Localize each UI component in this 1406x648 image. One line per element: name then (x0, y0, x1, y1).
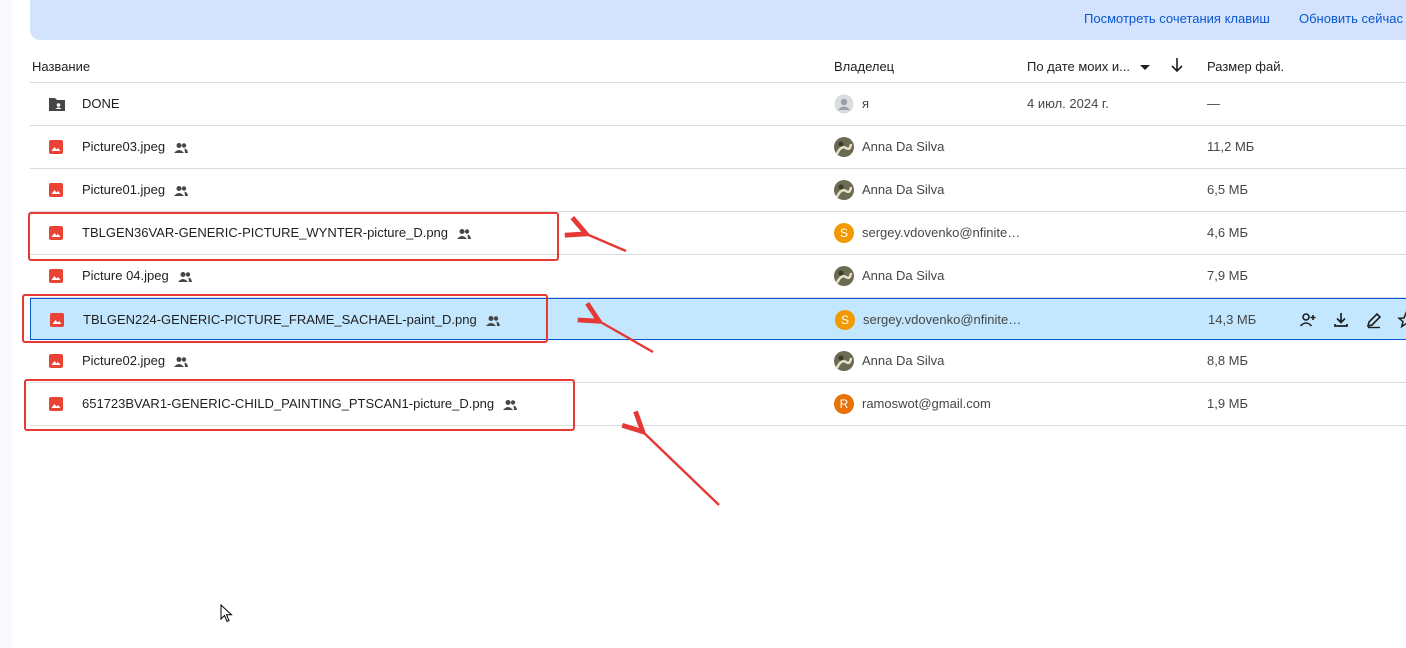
shared-folder-icon (48, 96, 65, 112)
modified-date: 4 июл. 2024 г. (1027, 96, 1109, 111)
owner-avatar: S (835, 310, 855, 330)
shared-people-icon (173, 142, 189, 157)
file-name-text: Picture01.jpeg (82, 182, 166, 197)
column-header-date[interactable]: По дате моих и... (1027, 59, 1151, 74)
file-name[interactable]: Picture03.jpeg (82, 139, 189, 157)
owner-photo-avatar (834, 266, 854, 286)
owner-photo-avatar (834, 180, 854, 200)
file-size: 6,5 МБ (1207, 182, 1249, 197)
file-name[interactable]: Picture01.jpeg (82, 182, 189, 200)
file-row[interactable]: Picture03.jpeg Anna Da Silva 11,2 МБ (30, 126, 1406, 169)
owner-name: я (862, 96, 870, 111)
column-header-owner[interactable]: Владелец (834, 59, 894, 74)
file-size: 1,9 МБ (1207, 396, 1249, 411)
file-name-text: Picture 04.jpeg (82, 268, 169, 283)
file-row[interactable]: Picture 04.jpeg Anna Da Silva 7,9 МБ (30, 255, 1406, 298)
info-banner: Посмотреть сочетания клавиш Обновить сей… (30, 0, 1406, 40)
download-icon[interactable] (1332, 311, 1350, 329)
image-file-icon (48, 268, 64, 284)
owner-name: sergey.vdovenko@nfinite… (863, 312, 1022, 327)
owner-avatar: R (834, 394, 854, 414)
owner-name: Anna Da Silva (862, 139, 945, 154)
file-size: 11,2 МБ (1207, 139, 1255, 154)
owner-name: Anna Da Silva (862, 182, 945, 197)
image-file-icon (48, 139, 64, 155)
keyboard-shortcuts-link[interactable]: Посмотреть сочетания клавиш (1084, 11, 1270, 26)
file-name[interactable]: DONE (82, 96, 120, 111)
mouse-pointer-icon (220, 604, 233, 623)
column-header-name[interactable]: Название (32, 59, 90, 74)
annotation-highlight-box (28, 212, 559, 261)
star-icon[interactable] (1397, 310, 1406, 329)
refresh-now-link[interactable]: Обновить сейчас (1299, 11, 1403, 26)
owner-name: ramoswot@gmail.com (862, 396, 991, 411)
annotation-highlight-box (24, 379, 575, 431)
shared-people-icon (173, 356, 189, 371)
file-size: 14,3 МБ (1208, 312, 1257, 327)
sort-direction-arrow-icon[interactable] (1170, 57, 1184, 76)
shared-people-icon (173, 185, 189, 200)
annotation-highlight-box (22, 294, 548, 343)
file-row[interactable]: DONE я 4 июл. 2024 г. — (30, 83, 1406, 126)
owner-name: Anna Da Silva (862, 268, 945, 283)
file-size: 8,8 МБ (1207, 353, 1249, 368)
image-file-icon (48, 182, 64, 198)
file-name-text: Picture03.jpeg (82, 139, 166, 154)
annotation-arrow (641, 430, 720, 506)
owner-name: Anna Da Silva (862, 353, 945, 368)
image-file-icon (48, 353, 64, 369)
column-header-size[interactable]: Размер фай. (1207, 59, 1284, 74)
file-name[interactable]: Picture 04.jpeg (82, 268, 193, 286)
date-sort-label: По дате моих и... (1027, 59, 1131, 74)
owner-name: sergey.vdovenko@nfinite… (862, 225, 1021, 240)
file-row[interactable]: Picture02.jpeg Anna Da Silva 8,8 МБ (30, 340, 1406, 383)
sidebar-edge (0, 0, 12, 648)
owner-avatar: S (834, 223, 854, 243)
file-row[interactable]: Picture01.jpeg Anna Da Silva 6,5 МБ (30, 169, 1406, 212)
file-size: — (1207, 96, 1220, 111)
shared-people-icon (177, 271, 193, 286)
file-name-text: Picture02.jpeg (82, 353, 166, 368)
file-name[interactable]: Picture02.jpeg (82, 353, 189, 371)
file-size: 7,9 МБ (1207, 268, 1249, 283)
file-size: 4,6 МБ (1207, 225, 1249, 240)
share-add-person-icon[interactable] (1299, 311, 1317, 329)
owner-photo-avatar (834, 351, 854, 371)
file-name-text: DONE (82, 96, 120, 111)
person-icon (834, 94, 854, 114)
file-list-header: Название Владелец По дате моих и... Разм… (30, 52, 1406, 83)
owner-photo-avatar (834, 137, 854, 157)
rename-pencil-icon[interactable] (1365, 311, 1383, 329)
chevron-down-icon[interactable] (1140, 65, 1151, 71)
